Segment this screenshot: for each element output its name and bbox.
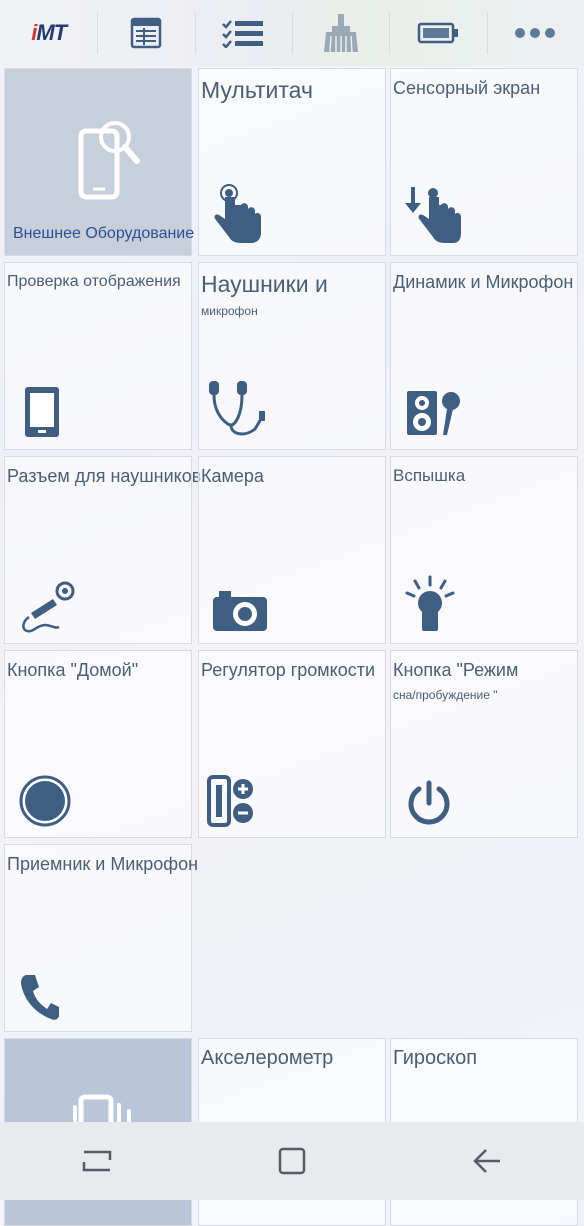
tile-power-label: Кнопка "Режим сна/пробуждение " [393, 659, 575, 703]
back-arrow-icon [472, 1149, 500, 1173]
recent-apps-icon [83, 1150, 112, 1172]
tile-headphones-label: Наушники и микрофон [201, 271, 383, 319]
tile-home-label: Кнопка "Домой" [7, 660, 139, 680]
phone-search-icon [78, 121, 140, 200]
tile-headphones-main: Наушники и [201, 271, 328, 297]
top-toolbar: iMT [0, 0, 584, 66]
checklist-icon [222, 20, 264, 48]
app-logo: iMT [31, 20, 67, 45]
tile-multitouch-label: Мультитач [201, 77, 313, 103]
tile-flash[interactable]: Вспышка [390, 456, 578, 644]
speaker-mic-icon [407, 391, 460, 435]
tablet-icon [25, 387, 59, 437]
tile-camera-label: Камера [201, 466, 264, 486]
tile-power-button[interactable]: Кнопка "Режим сна/пробуждение " [390, 650, 578, 838]
tile-display-check-label: Проверка отображения [7, 273, 181, 290]
home-square-icon [278, 1147, 306, 1175]
tile-volume-label: Регулятор громкости [201, 660, 376, 680]
tile-flash-label: Вспышка [393, 466, 466, 485]
tile-jack-label: Разъем для наушников [7, 466, 202, 486]
touch-swipe-icon [405, 187, 461, 243]
tile-power-sub: сна/пробуждение " [393, 688, 498, 702]
tile-headphones[interactable]: Наушники и микрофон [198, 262, 386, 450]
tile-power-main: Кнопка "Режим [393, 660, 519, 680]
checklist-button[interactable] [194, 0, 292, 66]
tile-speaker-mic[interactable]: Динамик и Микрофон [390, 262, 578, 450]
tile-receiver-mic[interactable]: Приемник и Микрофон [4, 844, 199, 1032]
camera-icon [213, 591, 267, 631]
battery-button[interactable] [389, 0, 486, 66]
multitouch-hand-icon [214, 184, 261, 243]
cleaner-icon [323, 14, 358, 53]
home-nav-button[interactable] [252, 1131, 332, 1191]
tile-touchscreen[interactable]: Сенсорный экран [390, 68, 578, 256]
report-icon [130, 17, 162, 49]
phone-handset-icon [21, 975, 59, 1020]
battery-icon [417, 22, 458, 44]
tile-camera[interactable]: Камера [198, 456, 386, 644]
volume-buttons-icon [207, 775, 253, 827]
tile-multitouch[interactable]: Мультитач [198, 68, 386, 256]
back-button[interactable] [447, 1131, 527, 1191]
flashlight-icon [405, 575, 455, 631]
tile-speaker-mic-label: Динамик и Микрофон [393, 272, 574, 292]
audio-jack-icon [22, 581, 75, 633]
system-nav-bar [0, 1122, 584, 1200]
power-icon [408, 780, 450, 825]
more-button[interactable] [486, 0, 584, 66]
home-button-icon [19, 775, 71, 827]
tile-gyroscope-label: Гироскоп [393, 1047, 478, 1069]
tile-home-button[interactable]: Кнопка "Домой" [4, 650, 192, 838]
tile-headphones-sub: микрофон [201, 304, 258, 318]
tile-touchscreen-label: Сенсорный экран [393, 78, 541, 98]
tile-display-check[interactable]: Проверка отображения [4, 262, 192, 450]
tile-headphone-jack[interactable]: Разъем для наушников [4, 456, 202, 644]
earphones-icon [209, 381, 265, 436]
more-icon [515, 28, 556, 38]
cleaner-button[interactable] [291, 0, 389, 66]
tile-volume[interactable]: Регулятор громкости [198, 650, 386, 838]
tile-external-label: Внешнее Оборудование [13, 225, 195, 242]
report-button[interactable] [97, 0, 194, 66]
logo[interactable]: iMT [0, 0, 97, 66]
tile-external-hardware[interactable]: Внешнее Оборудование [4, 68, 195, 256]
recent-apps-button[interactable] [57, 1131, 137, 1191]
tile-receiver-label: Приемник и Микрофон [7, 854, 199, 874]
tile-accelerometer-label: Акселерометр [201, 1047, 334, 1069]
